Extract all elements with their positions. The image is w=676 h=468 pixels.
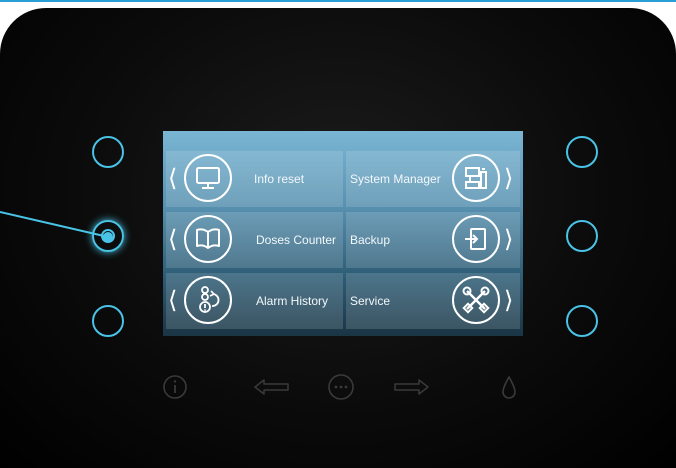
tools-icon	[452, 276, 500, 324]
chevron-left-icon: ⟨	[168, 226, 178, 253]
menu-item-service[interactable]: Service ⟩	[346, 273, 520, 329]
menu-item-label: Backup	[350, 233, 391, 247]
right-button-top[interactable]	[566, 136, 598, 168]
drop-icon[interactable]	[501, 375, 517, 401]
menu-item-info-reset[interactable]: ⟨ Info reset	[166, 151, 343, 207]
chevron-right-icon: ⟩	[504, 226, 514, 253]
chevron-right-icon: ⟩	[504, 287, 514, 314]
chevron-left-icon: ⟨	[168, 287, 178, 314]
top-accent-line	[0, 0, 676, 2]
menu-item-label: Alarm History	[256, 294, 329, 308]
menu-item-label: Doses Counter	[256, 233, 337, 247]
alarm-icon	[184, 276, 232, 324]
info-icon[interactable]	[162, 374, 188, 400]
backup-icon	[452, 215, 500, 263]
chevron-right-icon: ⟩	[504, 165, 514, 192]
menu-item-backup[interactable]: Backup ⟩	[346, 212, 520, 268]
left-button-middle[interactable]	[92, 220, 124, 252]
display-screen: ⟨ Info reset ⟨ Doses Counter ⟨ Alarm His…	[163, 131, 523, 336]
more-icon[interactable]	[327, 373, 355, 401]
arrow-left-icon[interactable]	[253, 378, 291, 396]
menu-item-system-manager[interactable]: System Manager ⟩	[346, 151, 520, 207]
menu-item-label: Info reset	[254, 172, 305, 186]
menu-item-label: Service	[350, 294, 391, 308]
control-panel: ⟨ Info reset ⟨ Doses Counter ⟨ Alarm His…	[0, 8, 676, 468]
left-button-top[interactable]	[92, 136, 124, 168]
menu-item-alarm-history[interactable]: ⟨ Alarm History	[166, 273, 343, 329]
arrow-right-icon[interactable]	[392, 378, 430, 396]
right-button-middle[interactable]	[566, 220, 598, 252]
menu-item-label: System Manager	[350, 172, 441, 186]
menu-item-doses-counter[interactable]: ⟨ Doses Counter	[166, 212, 343, 268]
right-button-bottom[interactable]	[566, 305, 598, 337]
book-icon	[184, 215, 232, 263]
monitor-icon	[184, 154, 232, 202]
machine-icon	[452, 154, 500, 202]
chevron-left-icon: ⟨	[168, 165, 178, 192]
left-button-bottom[interactable]	[92, 305, 124, 337]
